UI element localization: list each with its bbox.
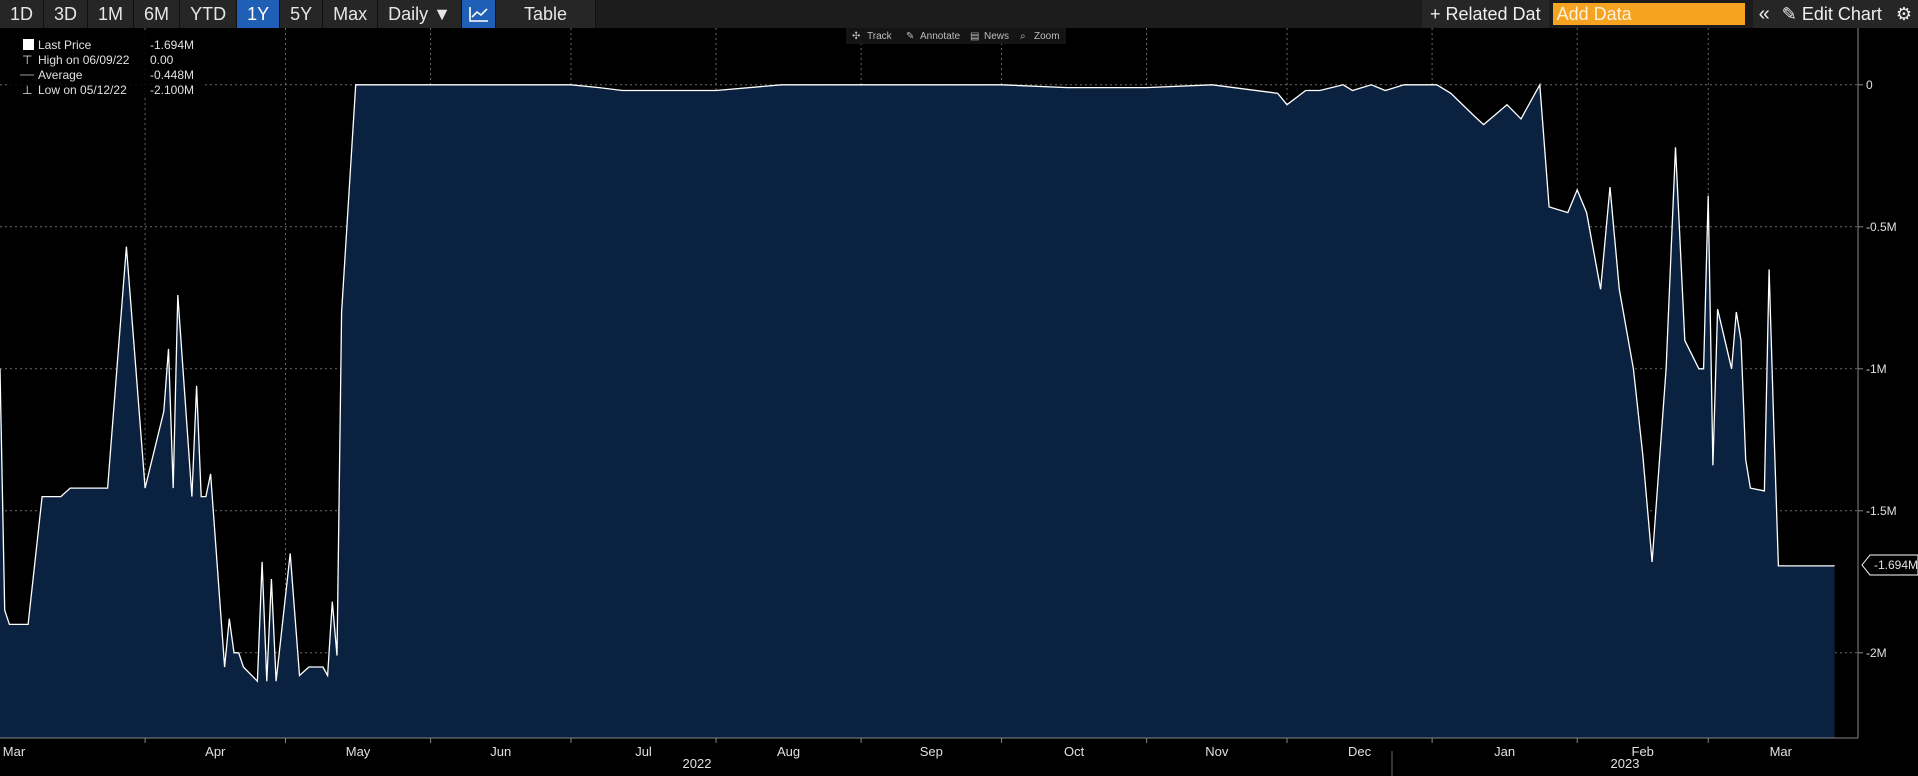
toolbar-right: + Related Dat « ✎ Edit Chart ⚙ <box>1422 0 1918 28</box>
x-tick-label: Sep <box>920 744 943 759</box>
x-tick-label: May <box>346 744 371 759</box>
legend-swatch-last <box>23 39 34 50</box>
legend-label: Average <box>38 68 83 82</box>
legend-value: -2.100M <box>150 83 194 97</box>
news-tool[interactable]: ▤ News <box>970 31 1009 42</box>
legend-value: -0.448M <box>150 68 194 82</box>
range-button-ytd[interactable]: YTD <box>180 0 238 28</box>
y-tick-label: -2M <box>1866 646 1887 660</box>
x-axis: Mar Apr May Jun Jul Aug Sep Oct Nov Dec Jan Feb Mar <box>3 738 1793 759</box>
last-value-label: -1.694M <box>1874 558 1918 572</box>
high-marker-icon: ⊤ <box>22 53 32 67</box>
legend-label: Last Price <box>38 38 92 52</box>
range-button-3d[interactable]: 3D <box>44 0 89 28</box>
frequency-dropdown[interactable]: Daily ▼ <box>378 0 462 28</box>
annotate-tool-label: Annotate <box>920 31 960 42</box>
x-tick-label: Aug <box>777 744 800 759</box>
edit-chart-button[interactable]: ✎ Edit Chart <box>1775 0 1890 28</box>
track-tool[interactable]: ✣ Track <box>852 31 893 42</box>
y-tick-label: 0 <box>1866 78 1873 92</box>
annotate-tool[interactable]: ✎ Annotate <box>906 31 960 42</box>
related-data-button[interactable]: + Related Dat <box>1422 0 1549 28</box>
range-button-5y[interactable]: 5Y <box>280 0 324 28</box>
last-value-tag: -1.694M <box>1861 554 1918 576</box>
x-tick-label: Nov <box>1205 744 1229 759</box>
legend-value: -1.694M <box>150 38 194 52</box>
table-button[interactable]: Table <box>496 0 597 28</box>
legend: Last Price -1.694M ⊤ High on 06/09/22 0.… <box>8 32 204 98</box>
pencil-icon: ✎ <box>906 31 914 42</box>
track-tool-label: Track <box>867 31 893 42</box>
frequency-label: Daily <box>388 4 429 24</box>
x-tick-label: Jul <box>635 744 652 759</box>
legend-label: High on 06/09/22 <box>38 53 130 67</box>
range-button-max[interactable]: Max <box>323 0 379 28</box>
range-button-1d[interactable]: 1D <box>0 0 45 28</box>
x-year-label: 2022 <box>683 756 712 771</box>
news-tool-label: News <box>984 31 1009 42</box>
gear-icon[interactable]: ⚙ <box>1889 0 1918 28</box>
crosshair-icon: ✣ <box>852 31 860 42</box>
magnifier-icon: ⌕ <box>1020 31 1026 42</box>
chart-type-button[interactable] <box>462 0 496 28</box>
add-data-input[interactable] <box>1552 3 1745 25</box>
x-tick-label: Mar <box>1770 744 1793 759</box>
chevron-down-icon: ▼ <box>433 4 451 24</box>
x-tick-label: Jan <box>1494 744 1515 759</box>
chart-canvas[interactable]: 0 -0.5M -1M -1.5M -2M Mar Apr May Jun Jul Aug Sep O… <box>0 28 1918 776</box>
chart-toolbar: 1D 3D 1M 6M YTD 1Y 5Y Max Daily ▼ Table … <box>0 0 1918 28</box>
range-button-1m[interactable]: 1M <box>88 0 135 28</box>
legend-label: Low on 05/12/22 <box>38 83 127 97</box>
y-tick-label: -0.5M <box>1866 220 1897 234</box>
price-area <box>0 84 1835 739</box>
line-chart-icon <box>468 7 488 22</box>
collapse-icon[interactable]: « <box>1752 0 1776 28</box>
x-year-label: 2023 <box>1611 756 1640 771</box>
range-button-1y[interactable]: 1Y <box>237 0 281 28</box>
edit-chart-label: Edit Chart <box>1801 4 1882 24</box>
range-selector: 1D 3D 1M 6M YTD 1Y 5Y Max Daily ▼ Table <box>0 0 597 28</box>
pencil-icon: ✎ <box>1781 4 1797 24</box>
x-tick-label: Dec <box>1348 744 1372 759</box>
news-icon: ▤ <box>970 31 979 42</box>
y-tick-label: -1.5M <box>1866 504 1897 518</box>
zoom-tool-label: Zoom <box>1034 31 1060 42</box>
chart-tools: ✣ Track ✎ Annotate ▤ News ⌕ Zoom <box>846 28 1066 44</box>
x-tick-label: Oct <box>1064 744 1085 759</box>
x-tick-label: Jun <box>490 744 511 759</box>
x-tick-label: Apr <box>205 744 226 759</box>
y-tick-label: -1M <box>1866 362 1887 376</box>
legend-value: 0.00 <box>150 53 174 67</box>
low-marker-icon: ⊥ <box>22 83 32 97</box>
x-tick-label: Mar <box>3 744 26 759</box>
range-button-6m[interactable]: 6M <box>134 0 181 28</box>
